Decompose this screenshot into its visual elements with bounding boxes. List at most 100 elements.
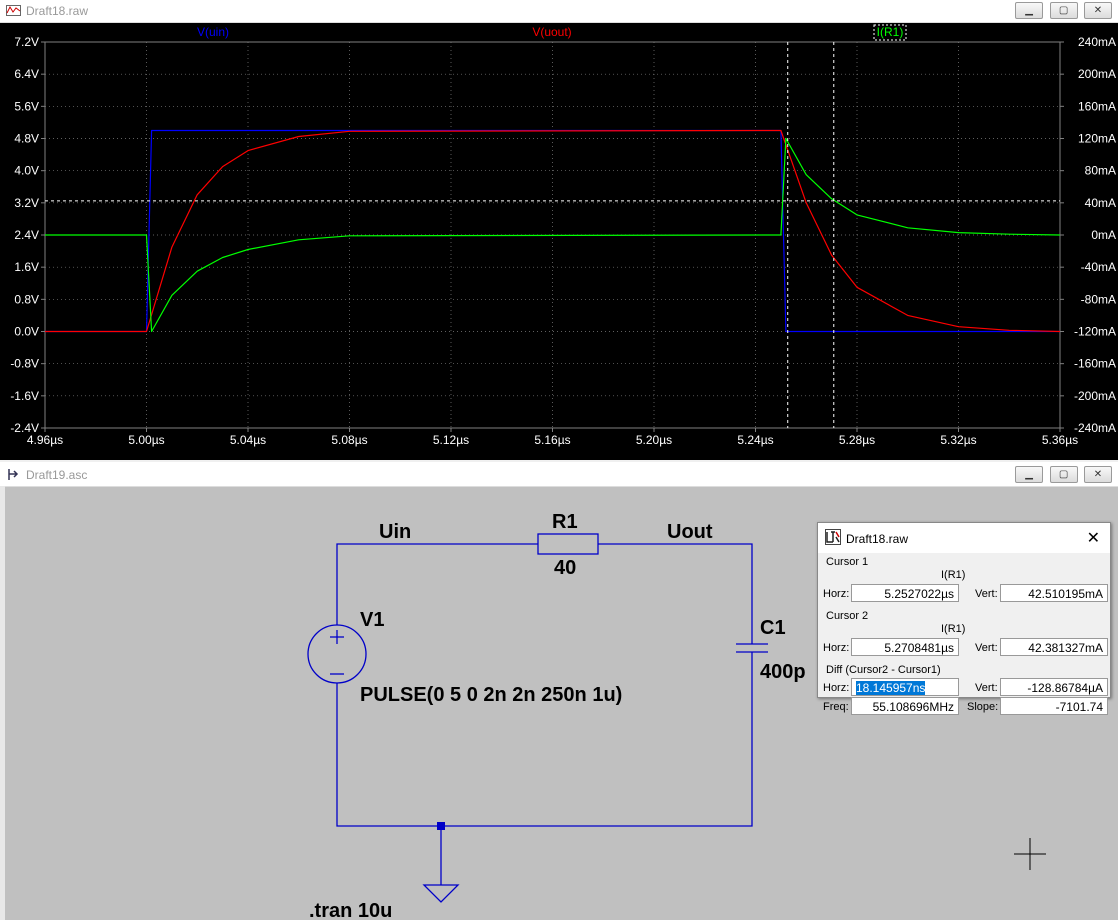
diff-horz-label: Horz: [823,682,850,694]
x-tick-label: 4.96µs [27,433,63,447]
diff-freq-label: Freq: [823,701,849,713]
cursor-dialog-title: Draft18.raw [846,532,909,546]
schematic-titlebar[interactable]: Draft19.asc ▁ ▢ ✕ [0,462,1118,487]
cursor-dialog-close-icon[interactable]: ✕ [1087,528,1100,548]
y-right-tick-label: 240mA [1078,35,1116,49]
diff-freq-field[interactable]: 55.108696MHz [851,697,959,715]
y-right-tick-label: -80mA [1081,292,1116,306]
waveform-titlebar[interactable]: Draft18.raw ▁ ▢ ✕ [0,0,1118,23]
schematic-app-icon [8,469,19,480]
x-tick-label: 5.36µs [1042,433,1078,447]
x-tick-label: 5.00µs [128,433,164,447]
y-right-tick-label: -120mA [1074,325,1116,339]
wire-uout[interactable] [598,543,753,634]
schematic-close-button[interactable]: ✕ [1084,466,1112,483]
schematic-minimize-button[interactable]: ▁ [1015,466,1044,483]
r1-value[interactable]: 40 [554,557,576,579]
crosshair-cursor-icon [1014,838,1046,870]
resistor-r1[interactable] [537,533,599,555]
cursor2-group: Cursor 2 I(R1) Horz: 5.2708481µs Vert: 4… [823,610,1108,662]
cursor1-horz-field[interactable]: 5.2527022µs [851,584,959,602]
y-left-tick-label: 2.4V [14,228,39,242]
x-tick-label: 5.32µs [940,433,976,447]
waveform-plot[interactable]: 4.96µs 5.00µs 5.04µs 5.08µs 5.12µs 5.16µs 5.20… [0,22,1118,460]
diff-slope-field[interactable]: -7101.74 [1000,697,1108,715]
y-left-tick-label: 7.2V [14,35,39,49]
y-left-tick-label: 3.2V [14,196,39,210]
cursor2-caption: Cursor 2 [826,610,869,622]
wire-junction [437,822,445,830]
y-left-tick-label: -2.4V [10,421,39,435]
cursor2-horz-label: Horz: [823,642,850,654]
net-label-uout[interactable]: Uout [667,521,713,543]
diff-group: Diff (Cursor2 - Cursor1) Horz: 18.145957… [823,664,1108,696]
trace-label-vuout[interactable]: V(uout) [532,25,571,39]
cursor1-trace: I(R1) [941,569,966,581]
y-right-tick-label: -160mA [1074,357,1116,371]
cursor1-vert-field[interactable]: 42.510195mA [1000,584,1108,602]
r1-name[interactable]: R1 [552,511,578,533]
cursor-dialog-titlebar[interactable]: Draft18.raw ✕ [818,523,1110,553]
diff-horz-field[interactable]: 18.145957ns [851,678,959,696]
y-right-tick-label: 80mA [1085,164,1116,178]
c1-value[interactable]: 400p [760,661,806,683]
waveform-window[interactable]: Draft18.raw ▁ ▢ ✕ 4.96µs 5.00µs 5.04µs 5.08… [0,0,1118,460]
waveform-app-icon [6,5,21,16]
c1-name[interactable]: C1 [760,617,786,639]
x-tick-label: 5.16µs [534,433,570,447]
y-right-tick-label: 0mA [1091,228,1116,242]
diff-vert-label: Vert: [975,682,998,694]
schematic-maximize-button[interactable]: ▢ [1049,466,1078,483]
cursor2-vert-field[interactable]: 42.381327mA [1000,638,1108,656]
y-right-tick-label: -200mA [1074,389,1116,403]
y-left-tick-label: 0.8V [14,292,39,306]
diff-caption: Diff (Cursor2 - Cursor1) [826,664,941,676]
minimize-button[interactable]: ▁ [1015,2,1044,19]
y-right-tick-label: 160mA [1078,99,1116,113]
y-left-tick-label: 5.6V [14,99,39,113]
x-tick-label: 5.04µs [230,433,266,447]
y-right-tick-label: 120mA [1078,132,1116,146]
y-right-tick-label: 200mA [1078,67,1116,81]
diff-vert-field[interactable]: -128.86784µA [1000,678,1108,696]
cursor1-caption: Cursor 1 [826,556,869,568]
diff-slope-label: Slope: [967,701,999,713]
cursor1-horz-label: Horz: [823,588,850,600]
trace-label-vuin[interactable]: V(uin) [197,25,229,39]
x-tick-label: 5.08µs [331,433,367,447]
y-left-tick-label: 1.6V [14,260,39,274]
v1-value[interactable]: PULSE(0 5 0 2n 2n 250n 1u) [360,684,622,706]
x-tick-label: 5.12µs [433,433,469,447]
cursor2-vert-label: Vert: [975,642,998,654]
wire-c1-bottom[interactable] [336,652,753,827]
plot-ticks: 4.96µs 5.00µs 5.04µs 5.08µs 5.12µs 5.16µs 5.20… [10,35,1116,447]
x-tick-label: 5.24µs [737,433,773,447]
y-left-tick-label: -0.8V [10,357,39,371]
voltage-source-v1[interactable] [307,622,367,686]
cursor1-vert-label: Vert: [975,588,998,600]
cursor2-trace: I(R1) [941,623,966,635]
y-right-tick-label: 40mA [1085,196,1116,210]
y-right-tick-label: -40mA [1081,260,1116,274]
y-left-tick-label: -1.6V [10,389,39,403]
maximize-button[interactable]: ▢ [1049,2,1078,19]
x-tick-label: 5.28µs [839,433,875,447]
y-right-tick-label: -240mA [1074,421,1116,435]
close-button[interactable]: ✕ [1084,2,1112,19]
ltspice-icon [825,529,841,545]
y-left-tick-label: 0.0V [14,325,39,339]
tran-directive[interactable]: .tran 10u [309,900,392,920]
v1-name[interactable]: V1 [360,609,384,631]
cursor1-group: Cursor 1 I(R1) Horz: 5.2527022µs Vert: 4… [823,556,1108,608]
net-label-uin[interactable]: Uin [379,521,411,543]
waveform-window-title: Draft18.raw [26,4,89,18]
trace-label-ir1[interactable]: I(R1) [877,25,904,39]
diff-horz-selected-text: 18.145957ns [856,681,926,695]
schematic-window-title: Draft19.asc [26,468,88,482]
ground-symbol[interactable] [422,884,460,903]
x-tick-label: 5.20µs [636,433,672,447]
cursor-dialog[interactable]: Draft18.raw ✕ Cursor 1 I(R1) Horz: 5.252… [817,522,1111,715]
cursor2-horz-field[interactable]: 5.2708481µs [851,638,959,656]
y-left-tick-label: 4.8V [14,132,39,146]
y-left-tick-label: 6.4V [14,67,39,81]
